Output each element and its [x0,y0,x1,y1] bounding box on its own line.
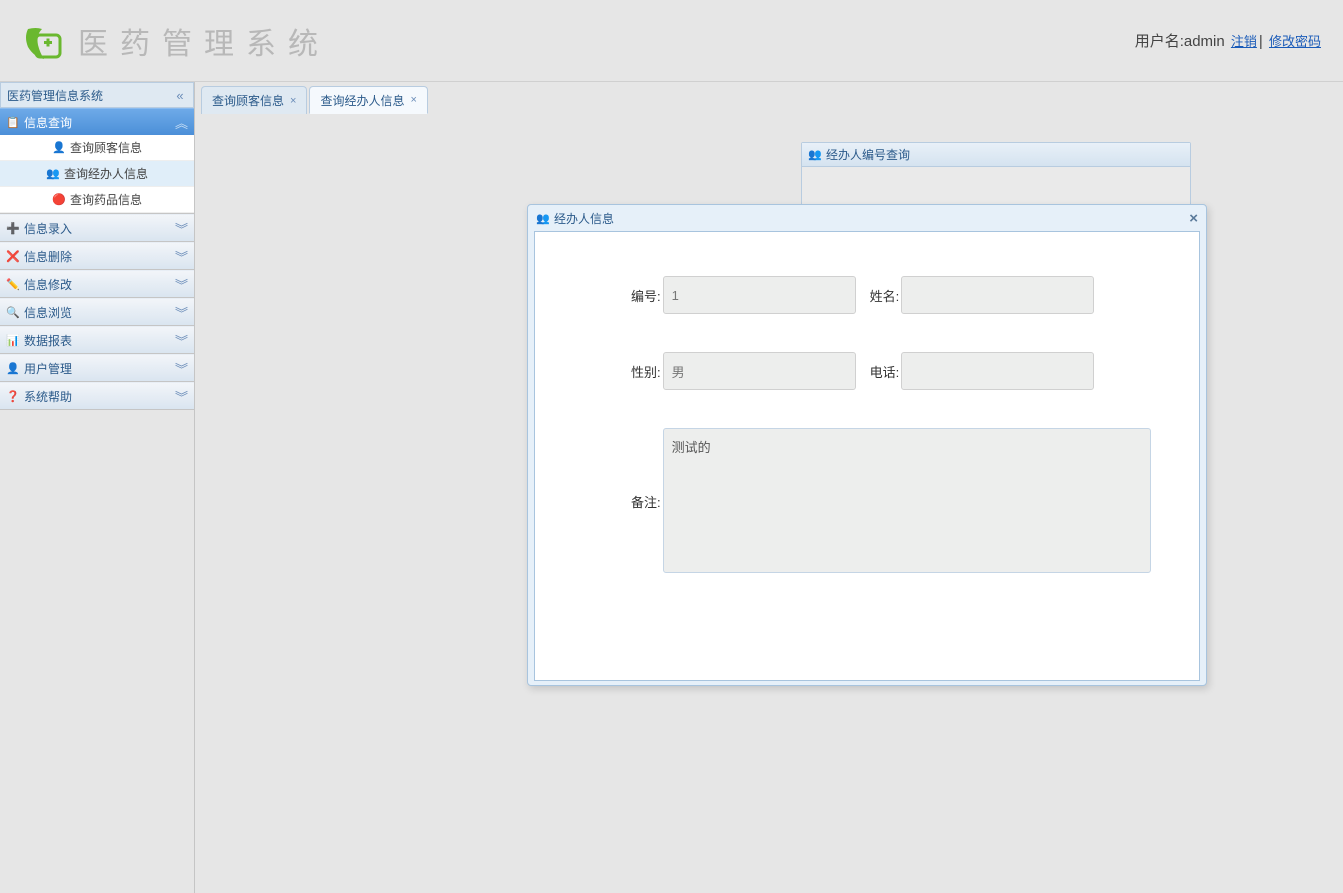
nav-group-help[interactable]: ❓ 系统帮助 ︾ [0,382,194,409]
app-logo-icon [20,17,68,65]
users-icon: 👥 [536,211,550,225]
user-area: 用户名:admin 注销| 修改密码 [1135,30,1323,51]
app-header: 医药管理系统 用户名:admin 注销| 修改密码 [0,0,1343,82]
id-label: 编号: [631,286,661,305]
tab-query-customer[interactable]: 查询顾客信息 × [201,86,307,114]
nav-group-label: 信息录入 [24,220,72,237]
nav-group-label: 数据报表 [24,332,72,349]
users-icon: 👥 [46,167,60,181]
nav-group-reports[interactable]: 📊 数据报表 ︾ [0,326,194,353]
chevron-down-icon: ︾ [175,219,188,238]
nav-item-query-medicine[interactable]: 🔴 查询药品信息 [0,187,194,213]
gender-label: 性别: [631,362,661,381]
sidebar-header[interactable]: 医药管理信息系统 « [0,82,194,108]
user-icon: 👤 [6,361,20,375]
nav-item-query-agent[interactable]: 👥 查询经办人信息 [0,161,194,187]
nav-group-label: 信息删除 [24,248,72,265]
panel-header: 👥 经办人编号查询 [802,143,1190,167]
chevron-down-icon: ︾ [175,331,188,350]
nav-group-info-browse[interactable]: 🔍 信息浏览 ︾ [0,298,194,325]
name-label: 姓名: [870,286,900,305]
dialog-header[interactable]: 👥 经办人信息 × [528,205,1206,231]
remark-label: 备注: [631,492,661,511]
search-icon: 🔍 [6,305,20,319]
dialog-body: 编号: 姓名: 性别: 电话: [534,231,1200,681]
nav-item-label: 查询顾客信息 [70,139,142,156]
chevron-down-icon: ︾ [175,247,188,266]
nav-group-user-mgmt[interactable]: 👤 用户管理 ︾ [0,354,194,381]
tab-close-icon[interactable]: × [290,95,296,107]
chevron-down-icon: ︾ [175,303,188,322]
nav-group-info-edit[interactable]: ✏️ 信息修改 ︾ [0,270,194,297]
nav-group-label: 信息浏览 [24,304,72,321]
help-icon: ❓ [6,389,20,403]
chevron-down-icon: ︾ [175,359,188,378]
nav-item-label: 查询药品信息 [70,191,142,208]
chevron-down-icon: ︾ [175,387,188,406]
dialog-title: 经办人信息 [554,210,614,227]
gender-field[interactable] [663,352,856,390]
nav-group-info-delete[interactable]: ❌ 信息删除 ︾ [0,242,194,269]
app-title: 医药管理系统 [78,19,330,63]
chevron-up-icon: ︽ [175,113,188,132]
agent-info-dialog: 👥 经办人信息 × 编号: 姓名: [527,204,1207,686]
nav-group-label: 用户管理 [24,360,72,377]
tab-query-agent[interactable]: 查询经办人信息 × [309,86,427,114]
nav-item-query-customer[interactable]: 👤 查询顾客信息 [0,135,194,161]
nav-item-label: 查询经办人信息 [64,165,148,182]
sidebar-collapse-icon[interactable]: « [173,88,187,102]
name-field[interactable] [901,276,1094,314]
tab-label: 查询顾客信息 [212,92,284,109]
nav-group-label: 信息查询 [24,114,72,131]
dot-icon: 🔴 [52,193,66,207]
logo-area: 医药管理系统 [20,17,330,65]
nav-group-label: 系统帮助 [24,388,72,405]
nav-group-info-query[interactable]: 📋 信息查询 ︽ [0,108,194,135]
remark-field[interactable] [663,428,1151,573]
dialog-close-icon[interactable]: × [1189,210,1198,227]
chevron-down-icon: ︾ [175,275,188,294]
tab-bar: 查询顾客信息 × 查询经办人信息 × [201,86,1337,114]
phone-field[interactable] [901,352,1094,390]
link-separator: | [1259,33,1263,50]
user-label: 用户名: [1135,33,1184,50]
tab-close-icon[interactable]: × [410,94,416,106]
logout-link[interactable]: 注销 [1231,34,1257,49]
id-field[interactable] [663,276,856,314]
folder-icon: 📋 [6,115,20,129]
panel-title: 经办人编号查询 [826,146,910,163]
main-content: 查询顾客信息 × 查询经办人信息 × 👥 经办人编号查询 👥 经办人信息 × [195,82,1343,893]
user-icon: 👤 [52,141,66,155]
plus-icon: ➕ [6,221,20,235]
tab-label: 查询经办人信息 [320,92,404,109]
delete-icon: ❌ [6,249,20,263]
change-password-link[interactable]: 修改密码 [1269,34,1321,49]
sidebar-title: 医药管理信息系统 [7,87,103,104]
pencil-icon: ✏️ [6,277,20,291]
sidebar: 医药管理信息系统 « 📋 信息查询 ︽ 👤 查询顾客信息 👥 查询经办人信息 [0,82,195,893]
users-icon: 👥 [808,148,822,162]
nav-group-label: 信息修改 [24,276,72,293]
username: admin [1184,33,1225,50]
report-icon: 📊 [6,333,20,347]
phone-label: 电话: [870,362,900,381]
nav-group-info-entry[interactable]: ➕ 信息录入 ︾ [0,214,194,241]
